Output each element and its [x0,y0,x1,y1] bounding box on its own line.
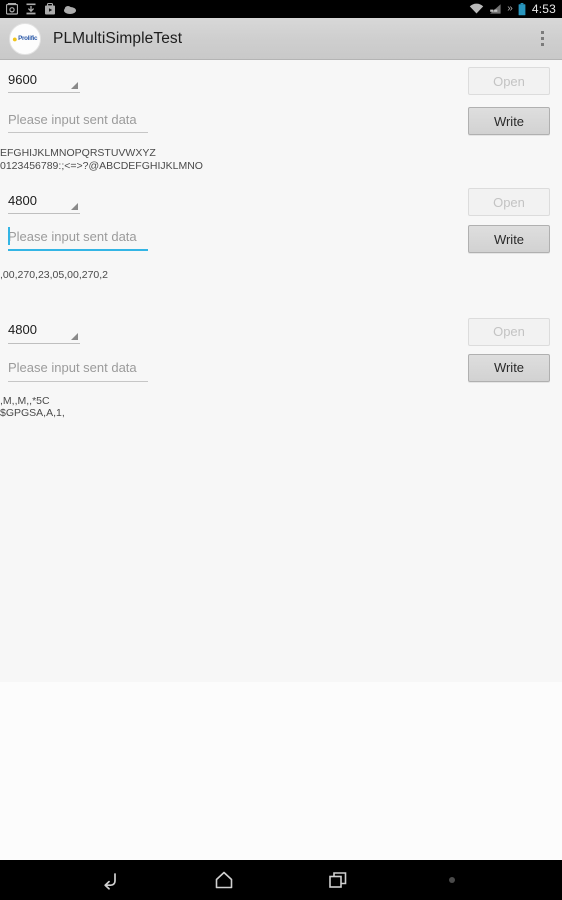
status-bar-notification-icons [6,3,77,15]
baud-rate-spinner-3[interactable]: 4800 [8,318,80,344]
action-bar: ● Prolific PLMultiSimpleTest [0,18,562,60]
baud-rate-value-1: 9600 [8,71,37,87]
open-button-2[interactable]: Open [468,188,550,216]
open-button-label-1: Open [493,73,525,89]
write-button-3[interactable]: Write [468,353,550,382]
app-logo-label: Prolific [17,35,37,42]
send-data-input-1[interactable]: Please input sent data [8,107,148,133]
cloud-icon [64,6,76,14]
page-title: PLMultiSimpleTest [53,29,183,47]
overflow-dot-3 [540,43,544,46]
app-icon [45,3,55,15]
write-button-2[interactable]: Write [468,225,550,253]
chevron-down-icon [71,82,78,89]
send-data-placeholder-1: Please input sent data [8,111,137,127]
nav-menu-dot-button[interactable] [395,860,509,900]
open-button-label-2: Open [493,194,525,210]
wifi-icon [470,3,484,14]
open-button-1[interactable]: Open [468,67,550,95]
chevron-down-icon [71,332,78,340]
chevron-down-icon [71,203,78,210]
app-logo-icon: ● Prolific [9,22,41,55]
menu-dot-icon [449,877,455,883]
nav-recents-button[interactable] [281,860,395,900]
home-icon [215,871,233,889]
more-icons-chevron: » [507,3,513,14]
logo-bolt-icon: ● [12,33,18,44]
screenshot-icon [6,3,18,15]
send-data-placeholder-2: Please input sent data [8,229,137,244]
baud-rate-spinner-2[interactable]: 4800 [8,188,80,214]
send-data-input-2[interactable]: Please input sent data [8,225,148,251]
back-arrow-icon [104,873,116,890]
content-area: 9600 Please input sent data Open Write E… [0,60,562,682]
receive-log-1: EFGHIJKLMNOPQRSTUVWXYZ 0123456789:;<=>?@… [0,147,203,172]
text-cursor [8,227,10,245]
port-section-2: 4800 Please input sent data Open Write ,… [0,172,562,282]
android-screen: » 4:53 ● Prolific PLMultiSimpleTest 9600… [0,0,562,900]
write-button-label-2: Write [493,231,525,247]
nav-home-button[interactable] [167,860,281,900]
receive-log-2: ,00,270,23,05,00,270,2 [0,269,109,281]
open-button-label-3: Open [493,324,525,339]
overflow-dot-2 [540,37,544,40]
battery-icon [518,2,526,15]
cellular-signal-icon [490,4,501,14]
send-data-placeholder-3: Please input sent data [8,360,137,375]
receive-log-3: ,M,,M,,*5C $GPGSA,A,1, [0,394,65,420]
send-data-input-3[interactable]: Please input sent data [8,356,148,382]
baud-rate-value-3: 4800 [8,322,37,337]
open-button-3[interactable]: Open [468,317,550,346]
download-icon [26,3,36,15]
port-section-3: 4800 Please input sent data Open Write ,… [0,282,562,420]
baud-rate-value-2: 4800 [8,192,37,208]
navigation-bar [0,860,562,900]
nav-back-button[interactable] [53,860,167,900]
write-button-1[interactable]: Write [468,107,550,135]
recent-apps-icon [329,872,347,888]
status-bar-system-icons: » 4:53 [469,0,556,18]
write-button-label-3: Write [493,360,525,375]
write-button-label-1: Write [493,113,525,129]
overflow-menu-button[interactable] [522,18,562,60]
overflow-dot-1 [540,31,544,34]
status-bar: » 4:53 [0,0,562,18]
status-bar-clock: 4:53 [531,2,556,16]
port-section-1: 9600 Please input sent data Open Write E… [0,60,562,172]
baud-rate-spinner-1[interactable]: 9600 [8,67,80,93]
